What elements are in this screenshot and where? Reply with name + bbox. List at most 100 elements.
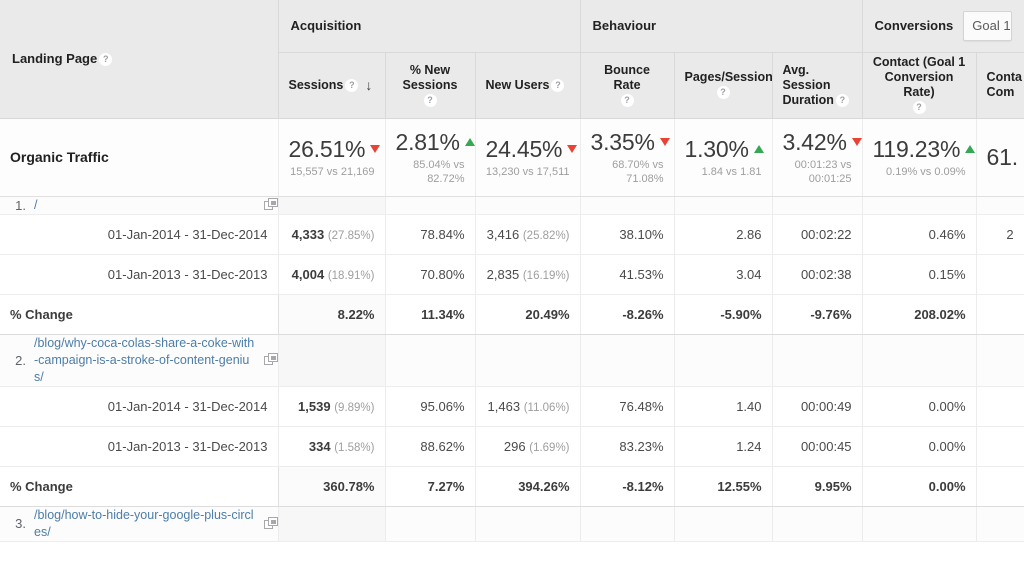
value: 3,416 (486, 226, 520, 242)
cell-pages-session: 1.40 (674, 386, 773, 427)
trend-down-icon (659, 137, 670, 146)
summary-new-users-pct: 24.45% (485, 135, 563, 162)
empty-cell (674, 196, 773, 215)
period-label: 01-Jan-2014 - 31-Dec-2014 (0, 386, 279, 427)
cell-new-users: 2,835 (16.19%) (475, 254, 581, 295)
column-header-contact-goal-1-completions[interactable]: Conta Com (976, 52, 1024, 119)
column-header-pages-session[interactable]: Pages/Session? (674, 52, 773, 119)
empty-cell (278, 506, 386, 542)
column-header-sessions[interactable]: Sessions? ↓ (278, 52, 386, 119)
summary-new-users-compare: 13,230 vs 17,511 (485, 165, 570, 178)
column-header-contact-goal-1-conversion-rate-label: Contact (Goal 1 Conversion Rate) (872, 55, 966, 99)
page-cell[interactable]: 1. / (0, 196, 279, 215)
open-in-new-window-icon[interactable] (263, 353, 278, 367)
column-header-sessions-label: Sessions (288, 77, 344, 92)
cell-pct-new-sessions: 95.06% (385, 386, 476, 427)
value: 4,004 (291, 266, 325, 282)
table-row: 01-Jan-2013 - 31-Dec-2013 4,004 (18.91%)… (0, 254, 1024, 295)
change-row: % Change 360.78% 7.27% 394.26% -8.12% 12… (0, 466, 1024, 507)
summary-pages-session-pct: 1.30% (684, 135, 749, 162)
landing-page-header-label: Landing Page (12, 51, 98, 67)
cell-pages-session: 2.86 (674, 214, 773, 255)
cell-completions (976, 426, 1024, 467)
cell-pages-session: 3.04 (674, 254, 773, 295)
cell-avg-session-duration: 00:00:49 (772, 386, 863, 427)
help-icon[interactable]: ? (345, 78, 359, 92)
column-header-pct-new-sessions-label: % New Sessions (402, 62, 458, 92)
value: 1,463 (487, 398, 521, 414)
change-new-users: 394.26% (475, 466, 581, 507)
help-icon[interactable]: ? (551, 78, 565, 92)
landing-page-header[interactable]: Landing Page? (0, 0, 279, 119)
column-header-new-users[interactable]: New Users? (475, 52, 581, 119)
help-icon[interactable]: ? (620, 93, 634, 107)
summary-cell-sessions: 26.51% 15,557 vs 21,169 (278, 118, 386, 197)
cell-sessions: 334 (1.58%) (278, 426, 386, 467)
column-header-avg-session-duration[interactable]: Avg. Session Duration? (772, 52, 863, 119)
cell-completions (976, 254, 1024, 295)
value: 1,539 (298, 398, 331, 414)
change-pct-new-sessions: 7.27% (385, 466, 476, 507)
empty-cell (772, 334, 863, 387)
cell-pct-new-sessions: 78.84% (385, 214, 476, 255)
change-avg-session-duration: 9.95% (772, 466, 863, 507)
help-icon[interactable]: ? (835, 93, 849, 107)
empty-cell (976, 196, 1024, 215)
page-link[interactable]: /blog/how-to-hide-your-google-plus-circl… (34, 507, 256, 541)
cell-pct-new-sessions: 88.62% (385, 426, 476, 467)
empty-cell (580, 196, 675, 215)
summary-cell-contact-goal-1-completions: 61. (976, 118, 1024, 197)
period-label: 01-Jan-2013 - 31-Dec-2013 (0, 426, 279, 467)
goal-select[interactable]: Goal 1: Conta (963, 10, 1012, 41)
table-row: 01-Jan-2014 - 31-Dec-2014 4,333 (27.85%)… (0, 214, 1024, 255)
cell-bounce-rate: 83.23% (580, 426, 675, 467)
page-cell[interactable]: 3. /blog/how-to-hide-your-google-plus-ci… (0, 506, 279, 542)
help-icon[interactable]: ? (99, 53, 113, 67)
summary-cell-avg-session-duration: 3.42% 00:01:23 vs 00:01:25 (772, 118, 863, 197)
open-in-new-window-icon[interactable] (263, 516, 278, 531)
table-group-header-row: Landing Page? Acquisition Behaviour Conv… (0, 0, 1024, 119)
summary-cell-pct-new-sessions: 2.81% 85.04% vs 82.72% (385, 118, 476, 197)
cell-completions (976, 386, 1024, 427)
row-index: 3. (15, 516, 26, 531)
page-link[interactable]: / (34, 197, 256, 214)
summary-pct-new-sessions-pct: 2.81% (395, 128, 460, 155)
empty-cell (385, 506, 476, 542)
change-label: % Change (0, 294, 279, 335)
sort-descending-icon[interactable]: ↓ (365, 77, 372, 93)
page-link[interactable]: /blog/why-coca-colas-share-a-coke-with-c… (34, 335, 256, 386)
empty-cell (278, 196, 386, 215)
conversions-group-label: Conversions (874, 18, 954, 34)
help-icon[interactable]: ? (716, 86, 730, 99)
change-avg-session-duration: -9.76% (772, 294, 863, 335)
value-share: (11.06%) (523, 401, 570, 414)
open-in-new-window-icon[interactable] (263, 198, 278, 212)
cell-bounce-rate: 41.53% (580, 254, 675, 295)
change-conversion-rate: 0.00% (862, 466, 977, 507)
cell-new-users: 3,416 (25.82%) (475, 214, 581, 255)
table-row: 01-Jan-2014 - 31-Dec-2014 1,539 (9.89%) … (0, 386, 1024, 427)
summary-conv-rate-pct: 119.23% (872, 135, 961, 162)
summary-bounce-rate-pct: 3.35% (590, 128, 655, 155)
column-header-contact-goal-1-conversion-rate[interactable]: Contact (Goal 1 Conversion Rate)? (862, 52, 977, 119)
column-header-pct-new-sessions[interactable]: % New Sessions? (385, 52, 476, 119)
help-icon[interactable]: ? (423, 93, 437, 107)
page-cell[interactable]: 2. /blog/why-coca-colas-share-a-coke-wit… (0, 334, 279, 387)
column-header-contact-goal-1-completions-label: Conta Com (986, 70, 1022, 99)
summary-sessions-compare: 15,557 vs 21,169 (290, 165, 375, 178)
summary-sessions-pct: 26.51% (288, 135, 366, 162)
cell-conversion-rate: 0.46% (862, 214, 977, 255)
table-row: 01-Jan-2013 - 31-Dec-2013 334 (1.58%) 88… (0, 426, 1024, 467)
trend-down-icon (567, 144, 578, 153)
empty-cell (772, 196, 863, 215)
value: 334 (308, 438, 331, 454)
column-header-pages-session-label: Pages/Session (684, 70, 773, 84)
empty-cell (385, 196, 476, 215)
value-share: (1.58%) (334, 441, 375, 454)
column-header-bounce-rate[interactable]: Bounce Rate? (580, 52, 675, 119)
trend-up-icon (464, 137, 475, 146)
value-share: (25.82%) (522, 229, 570, 242)
cell-sessions: 1,539 (9.89%) (278, 386, 386, 427)
help-icon[interactable]: ? (912, 101, 926, 114)
change-pct-new-sessions: 11.34% (385, 294, 476, 335)
